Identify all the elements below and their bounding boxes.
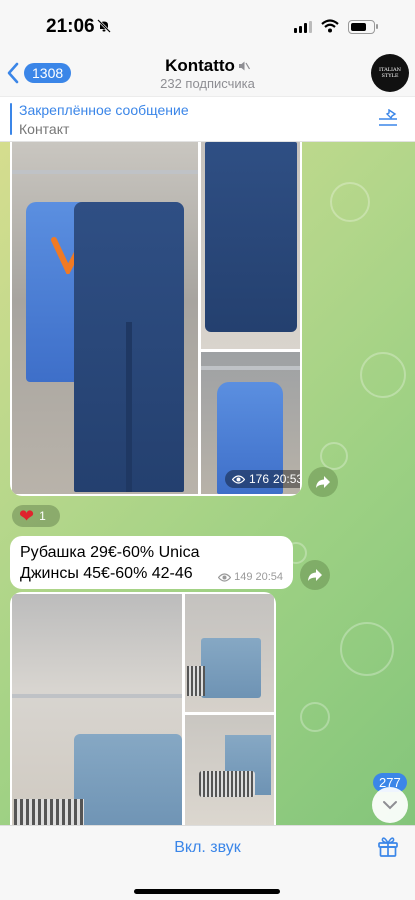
knit-top-image (199, 771, 255, 797)
channel-title[interactable]: Kontatto (0, 56, 415, 76)
album-photo[interactable]: 176 20:53 (201, 352, 300, 494)
message-time: 20:53 (273, 472, 300, 486)
jeans-image (205, 142, 297, 332)
pinned-message-bar[interactable]: Закреплённое сообщение Контакт (0, 96, 415, 142)
clothes-rack (12, 694, 182, 698)
album-photo[interactable] (201, 142, 300, 349)
bell-slash-icon (97, 19, 111, 33)
home-indicator (134, 889, 280, 894)
media-album-message[interactable] (10, 592, 276, 825)
forward-button[interactable] (300, 560, 330, 590)
message-meta: 149 20:54 (218, 571, 283, 583)
album-photo[interactable] (185, 715, 274, 825)
message-time: 20:54 (255, 571, 283, 583)
jeans-seam (126, 322, 132, 492)
eye-icon (218, 572, 232, 582)
battery-icon (348, 20, 378, 34)
clothes-rack (12, 170, 198, 174)
denim-skirt-image (74, 734, 182, 825)
view-count: 176 (249, 472, 270, 486)
clothes-rack (201, 366, 300, 370)
chat-header: 1308 Kontatto 232 подписчика ITALIAN STY… (0, 52, 415, 96)
wallpaper-doodle (330, 182, 370, 222)
knit-top-image (187, 666, 205, 696)
forward-arrow-icon (316, 476, 330, 488)
eye-icon (232, 474, 245, 484)
wallpaper-doodle (340, 622, 394, 676)
knit-top-image (14, 799, 84, 825)
subscriber-count: 232 подписчика (160, 76, 255, 91)
channel-name: Kontatto (165, 56, 235, 75)
album-photo[interactable] (185, 594, 274, 712)
chevron-down-icon (383, 801, 397, 810)
reaction-heart[interactable]: ❤ 1 (12, 505, 60, 527)
muted-speaker-icon (238, 61, 250, 71)
text-message[interactable]: Рубашка 29€-60% Unica Джинсы 45€-60% 42-… (10, 536, 293, 589)
pinned-title: Закреплённое сообщение (19, 102, 189, 118)
wallpaper-doodle (320, 442, 348, 470)
album-photo[interactable] (12, 594, 182, 825)
pinned-indicator (10, 103, 12, 135)
message-line: Рубашка 29€-60% Unica (20, 544, 200, 561)
media-album-message[interactable]: 176 20:53 (10, 142, 302, 496)
forward-button[interactable] (308, 467, 338, 497)
heart-icon: ❤ (19, 505, 35, 527)
unmute-button[interactable]: Вкл. звук (0, 839, 415, 857)
wallpaper-doodle (360, 352, 406, 398)
forward-arrow-icon (308, 569, 322, 581)
channel-avatar[interactable]: ITALIAN STYLE (371, 54, 409, 92)
cellular-signal-icon (294, 21, 312, 33)
avatar-logo-text: ITALIAN STYLE (379, 67, 401, 79)
album-meta: 176 20:53 (225, 470, 300, 488)
chat-area[interactable]: 176 20:53 ❤ 1 Рубашка 29€-60% Unica Джин… (0, 142, 415, 825)
reaction-count: 1 (39, 509, 46, 523)
gift-icon[interactable] (376, 834, 400, 858)
pinned-text: Контакт (19, 121, 70, 137)
view-count: 149 (234, 571, 253, 583)
bottom-bar: Вкл. звук (0, 825, 415, 900)
scroll-down-button[interactable] (372, 787, 408, 823)
status-bar: 21:06 (0, 0, 415, 52)
pinned-list-icon[interactable] (377, 109, 399, 129)
denim-skirt-image (201, 638, 261, 698)
album-photo[interactable] (12, 142, 198, 494)
wallpaper-doodle (300, 702, 330, 732)
status-time: 21:06 (46, 16, 95, 37)
wifi-icon (321, 19, 339, 33)
